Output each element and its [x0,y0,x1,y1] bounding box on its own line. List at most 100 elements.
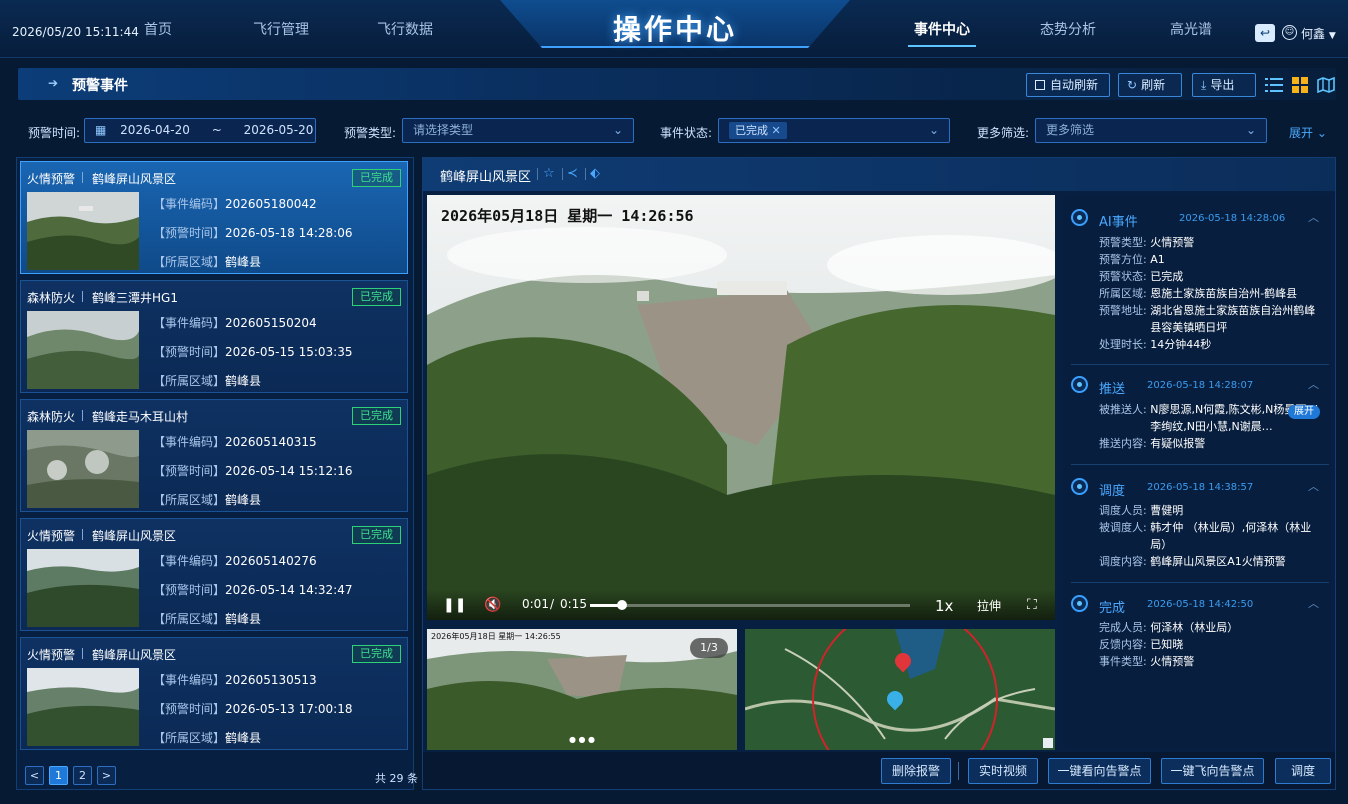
event-time: 2026-05-15 15:03:35 [225,345,353,359]
event-code-key: 【事件编码】 [153,197,226,211]
status-select[interactable]: 已完成 ✕ ⌄ [718,118,950,143]
speed-button[interactable]: 1x [935,597,953,615]
chevron-down-icon: ⌄ [928,123,939,137]
nav-event-center[interactable]: 事件中心 [908,19,976,47]
event-time-row: 【预警时间】2026-05-15 15:03:35 [153,343,352,360]
fly-to-alarm-button[interactable]: 一键飞向告警点 [1161,758,1264,784]
event-card[interactable]: 火情预警 鹤峰屏山风景区 已完成 【事件编码】202605180042 【预警时… [20,161,408,274]
event-time: 2026-05-14 14:32:47 [225,583,353,597]
fullscreen-icon[interactable]: ⛶ [1027,597,1037,613]
grid-view-icon[interactable] [1291,77,1309,93]
status-badge: 已完成 [352,288,401,306]
delete-alarm-button[interactable]: 删除报警 [881,758,951,784]
type-select[interactable]: 请选择类型 ⌄ [402,118,634,143]
timeline-divider [1071,582,1329,583]
expand-recipients-button[interactable]: 展开 [1288,405,1320,419]
event-card[interactable]: 森林防火 鹤峰三潭井HG1 已完成 【事件编码】202605150204 【预警… [20,280,408,393]
ai-field-value: 湖北省恩施土家族苗族自治州鹤峰县容美镇晒日坪 [1150,304,1316,334]
close-icon[interactable]: ✕ [772,124,781,137]
chevron-up-icon[interactable]: ︿ [1308,376,1319,392]
status-badge: 已完成 [352,169,401,187]
stretch-button[interactable]: 拉伸 [977,597,1001,614]
ai-field-key: 预警方位: [1099,253,1147,266]
live-video-button[interactable]: 实时视频 [968,758,1038,784]
nav-flight-data[interactable]: 飞行数据 [377,19,433,39]
event-card[interactable]: 森林防火 鹤峰走马木耳山村 已完成 【事件编码】202605140315 【预警… [20,399,408,512]
video-osd-timestamp: 2026年05月18日 星期一 14:26:56 [441,207,694,225]
expand-filters-link[interactable]: 展开 ⌄ [1289,124,1327,141]
event-area-key: 【所属区域】 [153,731,226,745]
look-at-alarm-button[interactable]: 一键看向告警点 [1048,758,1151,784]
nav-situation-analysis[interactable]: 态势分析 [1040,19,1096,39]
image-counter: 1/3 [690,638,728,658]
event-thumbnail [27,668,139,746]
event-card[interactable]: 火情预警 鹤峰屏山风景区 已完成 【事件编码】202605130513 【预警时… [20,637,408,750]
event-place: 鹤峰屏山风景区 [92,648,177,662]
ai-field-value: 火情预警 [1150,236,1195,249]
carousel-dots[interactable]: ● ● ● [569,735,595,744]
timeline-ai-details: 预警类型: 火情预警 预警方位: A1 预警状态: 已完成 所属区域: 恩施土家… [1099,234,1325,353]
event-area: 鹤峰县 [225,255,262,269]
video-player[interactable]: 2026年05月18日 星期一 14:26:56 [427,195,1055,620]
chevron-up-icon[interactable]: ︿ [1308,595,1319,611]
prev-page-button[interactable]: < [25,766,44,785]
event-code-key: 【事件编码】 [153,554,226,568]
snapshot-osd: 2026年05月18日 星期一 14:26:55 [431,632,561,641]
map-view-icon[interactable] [1317,77,1335,93]
dispatch-field-value: 韩才仲 （林业局）,何泽林（林业局） [1150,521,1312,551]
timeline-dot-icon [1071,478,1088,495]
next-page-button[interactable]: > [97,766,116,785]
ai-field-key: 预警地址: [1099,304,1147,317]
ai-field-key: 所属区域: [1099,287,1147,300]
download-icon: ⤓ [1201,78,1207,92]
progress-track[interactable] [590,604,910,607]
event-card[interactable]: 火情预警 鹤峰屏山风景区 已完成 【事件编码】202605140276 【预警时… [20,518,408,631]
ai-field-value: 14分钟44秒 [1150,338,1212,351]
ai-field-value: 已完成 [1150,270,1184,283]
event-area-key: 【所属区域】 [153,612,226,626]
event-code: 202605140276 [225,554,317,568]
timeline-dot-icon [1071,595,1088,612]
user-menu[interactable]: 何鑫 ▼ [1301,25,1336,42]
refresh-button[interactable]: ↻ 刷新 [1118,73,1182,97]
chevron-up-icon[interactable]: ︿ [1308,478,1319,494]
event-area: 鹤峰县 [225,493,262,507]
page-button-2[interactable]: 2 [73,766,92,785]
nav-home[interactable]: 首页 [144,19,172,39]
status-tag[interactable]: 已完成 ✕ [729,122,787,139]
event-thumbnail [27,311,139,389]
export-button[interactable]: ⤓ 导出 [1192,73,1256,97]
event-code: 202605150204 [225,316,317,330]
event-thumbnail [27,192,139,270]
back-icon[interactable]: ↩ [1255,24,1275,42]
list-view-icon[interactable] [1265,77,1283,93]
auto-refresh-checkbox[interactable]: 自动刷新 [1026,73,1110,97]
status-badge: 已完成 [352,645,401,663]
mute-icon[interactable]: 🔇 [484,597,501,613]
share-icon[interactable]: ≺ [567,166,578,181]
event-code: 202605130513 [225,673,317,687]
location-map[interactable] [745,629,1055,750]
chevron-up-icon[interactable]: ︿ [1308,209,1319,225]
more-filter-select[interactable]: 更多筛选 ⌄ [1035,118,1267,143]
ai-field-key: 预警类型: [1099,236,1147,249]
tag-icon[interactable]: ⬖ [590,166,600,181]
date-to: 2026-05-20 [243,123,314,137]
progress-handle[interactable] [617,600,627,610]
timeline-dot-icon [1071,376,1088,393]
page-button-1[interactable]: 1 [49,766,68,785]
push-content: 有疑似报警 [1150,437,1206,450]
event-time: 2026-05-13 17:00:18 [225,702,353,716]
dispatch-button[interactable]: 调度 [1275,758,1331,784]
star-icon[interactable]: ☆ [543,166,555,181]
ai-field-key: 预警状态: [1099,270,1147,283]
status-tag-label: 已完成 [735,124,768,137]
nav-flight-management[interactable]: 飞行管理 [253,19,309,39]
checkbox-icon [1035,80,1045,90]
total-count: 共 29 条 [375,772,418,785]
date-range-picker[interactable]: ▦ 2026-04-20 ~ 2026-05-20 [84,118,316,143]
map-expand-icon[interactable] [1043,738,1053,748]
nav-hyperspectral[interactable]: 高光谱 [1170,19,1212,39]
pause-icon[interactable]: ❚❚ [443,597,466,613]
user-icon[interactable]: ☺ [1282,25,1297,40]
